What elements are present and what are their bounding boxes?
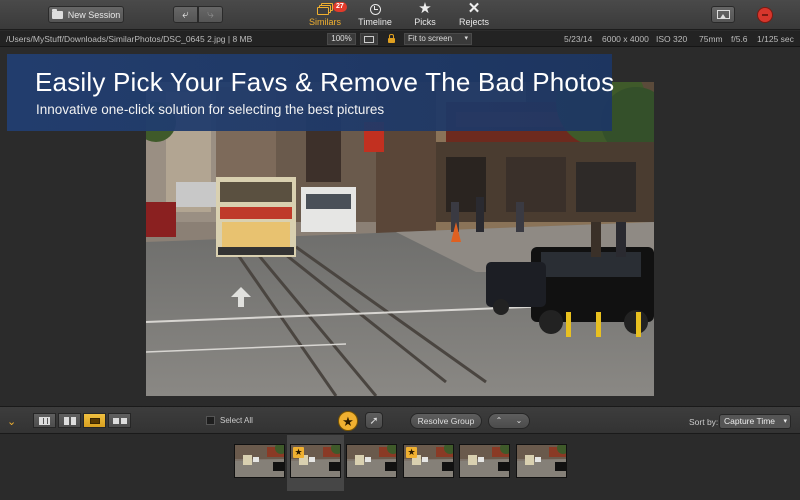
arrow-right-icon: ⤷ <box>207 7 214 21</box>
fit-toggle-button[interactable] <box>360 33 378 45</box>
info-bar: /Users/MyStuff/Downloads/SimilarPhotos/D… <box>0 31 800 47</box>
promo-banner: Easily Pick Your Favs & Remove The Bad P… <box>7 54 615 131</box>
zoom-level[interactable]: 100% <box>327 33 356 45</box>
compare-icon <box>63 416 76 425</box>
new-session-label: New Session <box>67 9 121 20</box>
filmstrip-thumbnail[interactable] <box>459 444 510 478</box>
chevron-down-icon: ▾ <box>464 35 468 42</box>
clock-icon <box>369 3 381 15</box>
grid-icon <box>39 416 50 425</box>
aperture-value: f/5.6 <box>731 34 748 44</box>
star-icon: ★ <box>293 447 304 458</box>
filmstrip-thumbnail[interactable]: ★ <box>403 444 454 478</box>
fit-mode-value: Fit to screen <box>408 34 453 43</box>
chevron-down-icon: ▾ <box>783 418 787 425</box>
layout-switcher <box>33 413 133 428</box>
star-icon: ★ <box>406 447 417 458</box>
new-session-button[interactable]: New Session <box>48 6 124 23</box>
bottom-toolbar: ⌄ Select All ★ ➚ Resolve Group ⌃ ⌄ Sort … <box>0 406 800 434</box>
shutter-speed: 1/125 sec <box>757 34 794 44</box>
share-button[interactable]: ➚ <box>365 412 383 429</box>
group-nav: ⌃ ⌄ <box>488 413 530 429</box>
mode-picks-label: Picks <box>414 17 436 27</box>
top-toolbar: New Session ⤶ ⤷ 27 Similars Timeline ★ P… <box>0 0 800 30</box>
banner-subline: Innovative one-click solution for select… <box>36 102 385 117</box>
side-by-side-icon <box>112 417 127 424</box>
mode-timeline[interactable]: Timeline <box>353 2 397 28</box>
share-icon: ➚ <box>369 415 379 427</box>
filmstrip-thumbnail[interactable] <box>516 444 567 478</box>
close-icon: ✕ <box>467 0 481 17</box>
mode-similars-label: Similars <box>308 17 341 27</box>
image-dimensions: 6000 x 4000 <box>602 34 649 44</box>
single-image-icon <box>89 417 100 424</box>
lock-icon[interactable] <box>388 34 395 43</box>
next-group-button[interactable]: ⌄ <box>509 414 529 428</box>
sort-select[interactable]: Capture Time ▾ <box>719 414 791 429</box>
mode-picks[interactable]: ★ Picks <box>403 0 447 28</box>
filmstrip-thumbnail[interactable] <box>234 444 285 478</box>
similars-stack-icon <box>317 3 333 15</box>
filmstrip: ★ ★ <box>0 435 800 500</box>
fit-mode-select[interactable]: Fit to screen ▾ <box>404 33 472 45</box>
image-view-button[interactable] <box>711 6 735 23</box>
picture-icon <box>716 10 730 19</box>
star-icon: ★ <box>342 413 354 429</box>
similars-count-badge: 27 <box>333 2 347 12</box>
filmstrip-thumbnail[interactable]: ★ <box>290 444 341 478</box>
file-path: /Users/MyStuff/Downloads/SimilarPhotos/D… <box>6 34 253 44</box>
sort-value: Capture Time <box>724 416 776 426</box>
compare-view-button[interactable] <box>58 413 81 428</box>
capture-date: 5/23/14 <box>564 34 593 44</box>
iso-value: ISO 320 <box>656 34 688 44</box>
previous-group-button[interactable]: ⌃ <box>489 414 509 428</box>
focal-length: 75mm <box>699 34 723 44</box>
stop-button[interactable] <box>757 7 773 23</box>
single-view-button[interactable] <box>83 413 106 428</box>
chevron-down-icon[interactable]: ⌄ <box>7 415 16 428</box>
resolve-group-button[interactable]: Resolve Group <box>410 413 482 429</box>
history-nav: ⤶ ⤷ <box>173 6 223 23</box>
mode-rejects-label: Rejects <box>458 17 489 27</box>
select-all-control[interactable]: Select All <box>206 416 253 425</box>
mode-timeline-label: Timeline <box>358 17 392 27</box>
back-button[interactable]: ⤶ <box>173 6 198 23</box>
side-by-side-button[interactable] <box>108 413 131 428</box>
select-all-label: Select All <box>220 416 253 425</box>
pick-star-button[interactable]: ★ <box>338 411 358 431</box>
arrow-left-icon: ⤶ <box>182 7 189 21</box>
select-all-checkbox[interactable] <box>206 416 215 425</box>
mode-similars[interactable]: 27 Similars <box>303 2 347 28</box>
star-icon: ★ <box>418 0 432 17</box>
filmstrip-thumbnail[interactable] <box>346 444 397 478</box>
new-folder-icon <box>51 8 63 19</box>
forward-button[interactable]: ⤷ <box>198 6 223 23</box>
sort-label: Sort by: <box>689 417 719 427</box>
banner-headline: Easily Pick Your Favs & Remove The Bad P… <box>35 67 615 97</box>
mode-rejects[interactable]: ✕ Rejects <box>452 0 496 28</box>
grid-view-button[interactable] <box>33 413 56 428</box>
